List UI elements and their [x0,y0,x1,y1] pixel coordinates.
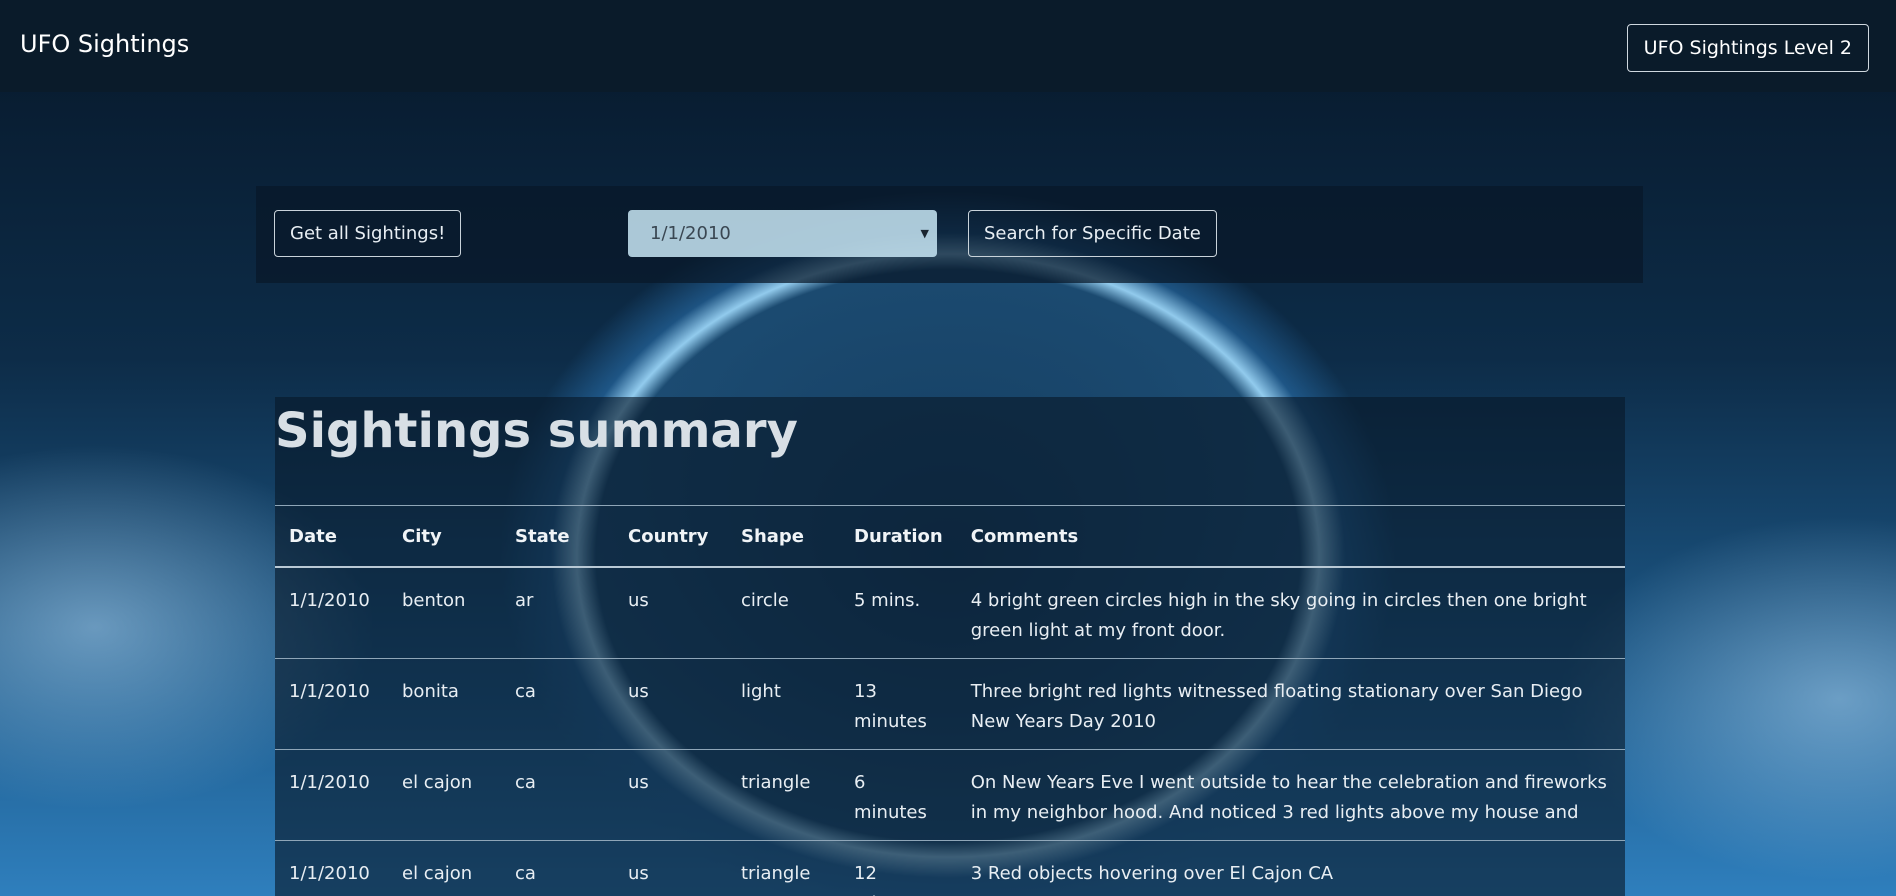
cell-shape: light [727,658,840,750]
cell-duration: 12 minutes [840,840,957,896]
search-date-button[interactable]: Search for Specific Date [968,210,1217,257]
cell-shape: triangle [727,749,840,841]
cell-comments: Three bright red lights witnessed floati… [956,658,1625,750]
column-header-state: State [501,505,614,568]
cell-country: us [614,658,727,750]
sightings-table: Date City State Country Shape Duration C… [275,505,1625,896]
column-header-comments: Comments [956,505,1625,568]
brand-link[interactable]: UFO Sightings [20,30,189,58]
cell-country: us [614,840,727,896]
cell-country: us [614,749,727,841]
cell-duration: 13 minutes [840,658,957,750]
cell-city: el cajon [388,840,501,896]
cell-comments: 4 bright green circles high in the sky g… [956,567,1625,659]
column-header-date: Date [275,505,388,568]
cell-comments: 3 Red objects hovering over El Cajon CA [956,840,1625,896]
cell-date: 1/1/2010 [275,658,388,750]
cell-city: bonita [388,658,501,750]
cell-comments: On New Years Eve I went outside to hear … [956,749,1625,841]
column-header-country: Country [614,505,727,568]
cell-shape: circle [727,567,840,659]
level2-button[interactable]: UFO Sightings Level 2 [1626,24,1869,72]
caret-down-icon: ▼ [920,227,929,240]
cell-country: us [614,567,727,659]
column-header-shape: Shape [727,505,840,568]
cell-city: benton [388,567,501,659]
sightings-panel: Sightings summary Date City State Countr… [275,397,1625,896]
column-header-city: City [388,505,501,568]
cell-date: 1/1/2010 [275,840,388,896]
cell-state: ca [501,658,614,750]
table-row: 1/1/2010 el cajon ca us triangle 6 minut… [275,749,1625,841]
cell-shape: triangle [727,840,840,896]
cell-date: 1/1/2010 [275,567,388,659]
top-navbar: UFO Sightings UFO Sightings Level 2 [0,0,1896,92]
table-header-row: Date City State Country Shape Duration C… [275,505,1625,568]
cell-state: ca [501,840,614,896]
cell-city: el cajon [388,749,501,841]
table-row: 1/1/2010 bonita ca us light 13 minutes T… [275,658,1625,750]
cell-state: ar [501,567,614,659]
column-header-duration: Duration [840,505,957,568]
cell-state: ca [501,749,614,841]
controls-bar: Get all Sightings! 1/1/2010 ▼ Search for… [256,186,1643,283]
table-row: 1/1/2010 benton ar us circle 5 mins. 4 b… [275,567,1625,659]
summary-title: Sightings summary [275,403,798,459]
cell-date: 1/1/2010 [275,749,388,841]
date-select[interactable]: 1/1/2010 ▼ [628,210,937,257]
cell-duration: 5 mins. [840,567,957,659]
cell-duration: 6 minutes [840,749,957,841]
table-row: 1/1/2010 el cajon ca us triangle 12 minu… [275,840,1625,896]
date-select-value: 1/1/2010 [650,223,731,244]
get-all-sightings-button[interactable]: Get all Sightings! [274,210,462,257]
